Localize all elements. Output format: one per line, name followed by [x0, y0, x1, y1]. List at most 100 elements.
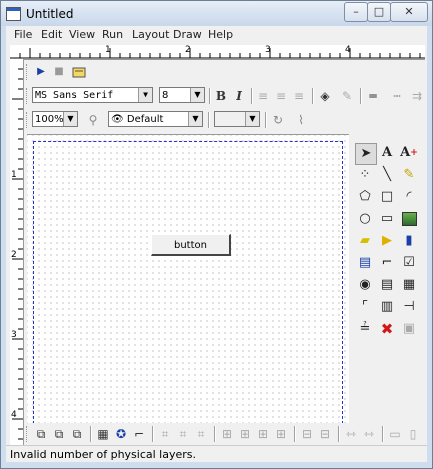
polygon-icon[interactable]: ⬠ — [355, 187, 375, 207]
flag-icon[interactable]: ▶ — [377, 231, 397, 251]
vertical-ruler: 1 2 3 4 — [10, 59, 24, 459]
ruler-label-4: 4 — [345, 45, 351, 55]
snap-icon[interactable]: ✪ — [112, 425, 130, 443]
font-size-select[interactable]: 8 ▼ — [159, 87, 205, 103]
ellipse-icon[interactable]: ○ — [355, 209, 375, 229]
distribute-icon[interactable]: ⊞ — [218, 425, 236, 443]
separator — [338, 426, 340, 442]
highlighter-icon[interactable]: ▰ — [355, 231, 375, 251]
rectangle-icon[interactable]: □ — [377, 187, 397, 207]
close-button[interactable]: ✕ — [390, 2, 428, 22]
line-icon[interactable]: ╲ — [377, 165, 397, 185]
design-canvas[interactable]: button — [27, 134, 349, 455]
align-center-icon[interactable]: ≡ — [272, 87, 290, 105]
menu-draw[interactable]: Draw — [173, 28, 202, 41]
list-icon[interactable]: ▤ — [377, 275, 397, 295]
distribute-3-icon[interactable]: ⊞ — [254, 425, 272, 443]
menu-edit[interactable]: Edit — [41, 28, 62, 41]
italic-button[interactable]: I — [230, 87, 248, 105]
battery-icon[interactable]: ▮ — [399, 231, 419, 251]
pencil-icon[interactable]: ✎ — [399, 165, 419, 185]
visual-state-select[interactable]: 👁 Default ▼ — [108, 111, 203, 127]
run-button[interactable]: ▶ — [32, 63, 50, 81]
canvas-button-widget[interactable]: button — [151, 234, 231, 256]
align-left-icon[interactable]: ≡ — [254, 87, 272, 105]
align-tool-icon[interactable]: ⌗ — [156, 425, 174, 443]
edit-button[interactable] — [70, 63, 88, 81]
refresh-icon[interactable]: ↻ — [269, 111, 287, 129]
menu-run[interactable]: Run — [102, 28, 123, 41]
separator — [294, 426, 296, 442]
grid-toggle-icon[interactable]: ▦ — [94, 425, 112, 443]
separator — [382, 426, 384, 442]
group-icon[interactable]: ⧉ — [68, 425, 86, 443]
visual-state-value: Default — [126, 114, 164, 125]
menu-file[interactable]: File — [14, 28, 32, 41]
maximize-button[interactable]: □ — [367, 2, 391, 22]
polyline-icon[interactable]: ⌇ — [292, 111, 310, 129]
text-plus-icon[interactable]: A+ — [399, 143, 419, 163]
corner-icon[interactable]: ⌐ — [377, 253, 397, 273]
bracket-icon[interactable]: ⌜ — [355, 297, 375, 317]
space-icon[interactable]: ⇿ — [342, 425, 360, 443]
tool-palette: ➤ A A+ ⁘ ╲ ✎ ⬠ □ ◜ ○ ▭ ▰ ▶ ▮ ▤ ⌐ ☑ ◉ ▤ ▦… — [355, 143, 427, 349]
stop-button[interactable]: ■ — [50, 63, 68, 81]
slider-icon[interactable]: ⊣ — [399, 297, 419, 317]
app-icon — [6, 7, 21, 21]
pointer-icon[interactable]: ➤ — [355, 143, 377, 165]
status-message: Invalid number of physical layers. — [10, 448, 197, 461]
chart-icon[interactable]: ▤ — [355, 253, 375, 273]
chevron-down-icon: ▼ — [138, 88, 152, 102]
vruler-label-3: 3 — [11, 330, 17, 340]
arc-icon[interactable]: ◜ — [399, 187, 419, 207]
resize-icon[interactable]: ▭ — [386, 425, 404, 443]
line-color-icon[interactable]: ✎ — [338, 87, 356, 105]
align-tool-2-icon[interactable]: ⌗ — [174, 425, 192, 443]
ruler-toggle-icon[interactable]: ⌐ — [130, 425, 148, 443]
radio-icon[interactable]: ◉ — [355, 275, 375, 295]
align-tool-3-icon[interactable]: ⌗ — [192, 425, 210, 443]
space-2-icon[interactable]: ⇿ — [360, 425, 378, 443]
font-name-select[interactable]: MS Sans Serif ▼ — [32, 87, 153, 103]
separator — [251, 88, 253, 104]
separator — [208, 112, 210, 128]
separator — [90, 426, 92, 442]
size-2-icon[interactable]: ⊟ — [316, 425, 334, 443]
toolbar-grip — [26, 88, 30, 104]
minimize-button[interactable]: – — [344, 2, 368, 22]
text-icon[interactable]: A — [377, 143, 397, 163]
status-bar: Invalid number of physical layers. — [6, 445, 427, 462]
bold-button[interactable]: B — [212, 87, 230, 105]
distribute-4-icon[interactable]: ⊞ — [272, 425, 290, 443]
vruler-label-2: 2 — [11, 250, 17, 260]
report-icon[interactable]: ▥ — [377, 297, 397, 317]
ruler-label-2: 2 — [185, 45, 191, 55]
view-toolbar: 100% ▼ ⚲ 👁 Default ▼ ▼ ↻ ⌇ — [24, 109, 425, 131]
arrow-style-icon[interactable]: ⇉ — [408, 87, 426, 105]
dash-style-icon[interactable]: ┅ — [388, 87, 406, 105]
zoom-select[interactable]: 100% ▼ — [32, 111, 78, 127]
separator — [214, 426, 216, 442]
image-icon[interactable] — [399, 209, 419, 229]
stop-icon[interactable]: ✖ — [377, 319, 397, 339]
menu-view[interactable]: View — [69, 28, 95, 41]
menu-bar: File Edit View Run Layout Draw Help — [6, 26, 427, 43]
align-right-icon[interactable]: ≡ — [290, 87, 308, 105]
fill-color-icon[interactable]: ◈ — [316, 87, 334, 105]
distribute-2-icon[interactable]: ⊞ — [236, 425, 254, 443]
checkbox-icon[interactable]: ☑ — [399, 253, 419, 273]
zoom-icon[interactable]: ⚲ — [84, 111, 102, 129]
grid-icon[interactable]: ▦ — [399, 275, 419, 295]
scale-icon[interactable]: ≟ — [355, 319, 375, 339]
bring-front-icon[interactable]: ⧉ — [32, 425, 50, 443]
size-icon[interactable]: ⊟ — [298, 425, 316, 443]
send-back-icon[interactable]: ⧉ — [50, 425, 68, 443]
layer-select[interactable]: ▼ — [214, 111, 260, 127]
frame-icon[interactable]: ▭ — [377, 209, 397, 229]
menu-help[interactable]: Help — [208, 28, 233, 41]
point-icon[interactable]: ⁘ — [355, 165, 375, 185]
line-style-icon[interactable]: ═ — [364, 87, 382, 105]
ole-icon[interactable]: ▣ — [399, 319, 419, 339]
resize-2-icon[interactable]: ▯ — [404, 425, 422, 443]
menu-layout[interactable]: Layout — [132, 28, 169, 41]
